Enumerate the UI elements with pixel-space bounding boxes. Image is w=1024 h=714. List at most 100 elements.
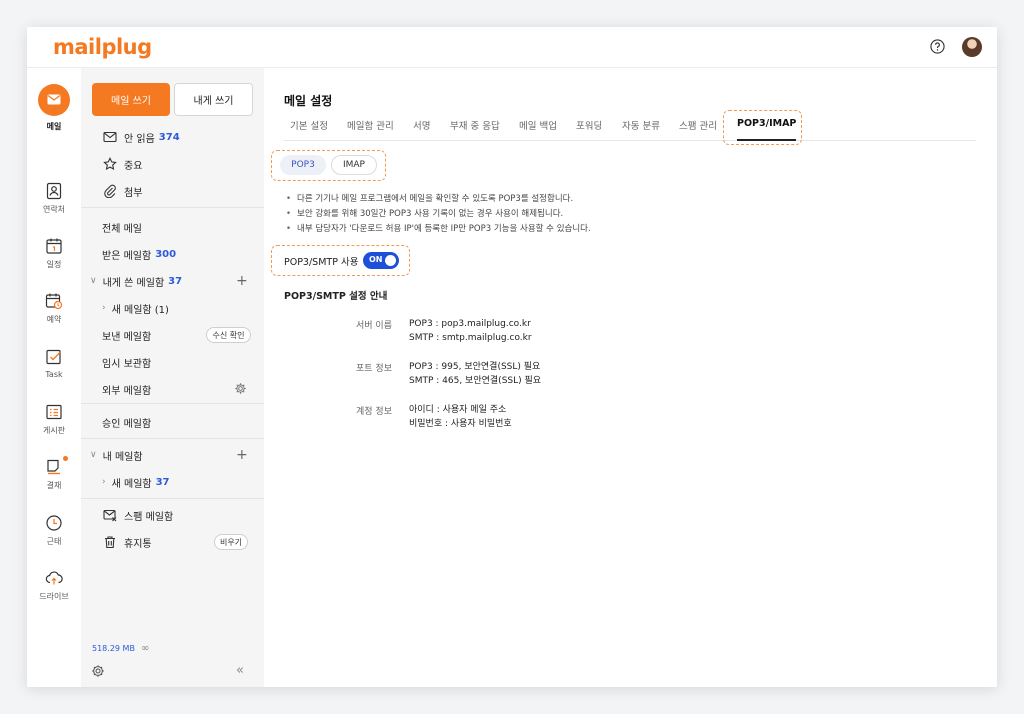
- rail-label: 연락처: [42, 205, 66, 214]
- pop3-toggle[interactable]: ON: [363, 252, 399, 269]
- tab-backup[interactable]: 메일 백업: [519, 118, 557, 140]
- chevron-down-icon[interactable]: ∨: [90, 450, 97, 460]
- sidebar-item-label: 받은 메일함: [102, 250, 152, 262]
- sidebar-item-my-subfolder[interactable]: › 새 메일함 37: [81, 471, 264, 493]
- tab-forwarding[interactable]: 포워딩: [576, 118, 602, 140]
- server-value: POP3 : pop3.mailplug.co.kr SMTP : smtp.m…: [409, 317, 532, 345]
- storage-used: 518.29 MB: [92, 644, 135, 653]
- sidebar-item-label: 외부 메일함: [102, 385, 152, 397]
- sidebar-item-all-mail[interactable]: 전체 메일: [81, 216, 264, 238]
- notification-dot: [63, 456, 68, 461]
- self-folder-count: 37: [168, 275, 183, 287]
- sidebar-item-important[interactable]: 중요: [81, 153, 264, 175]
- rail-item-approval[interactable]: 결재: [27, 456, 81, 491]
- add-folder-plus-icon[interactable]: +: [236, 448, 248, 462]
- rail-item-board[interactable]: 게시판: [27, 403, 81, 436]
- rail-item-reservation[interactable]: 예약: [27, 292, 81, 325]
- sidebar-item-label: 안 읽음: [124, 133, 155, 145]
- read-check-button[interactable]: 수신 확인: [206, 327, 251, 343]
- calendar-icon: [46, 238, 62, 254]
- rail-item-drive[interactable]: 드라이브: [27, 569, 81, 602]
- sidebar-item-label: 새 메일함 (1): [111, 304, 169, 316]
- chevron-right-icon[interactable]: ›: [102, 477, 106, 487]
- app-rail: 메일 연락처 일정 예약 Task 게시판 결재 근태 드라이브: [27, 68, 81, 687]
- sidebar-item-approval[interactable]: 승인 메일함: [81, 411, 264, 433]
- paperclip-icon: [104, 184, 116, 198]
- sidebar-item-label: 중요: [124, 160, 143, 172]
- add-folder-plus-icon[interactable]: +: [236, 274, 248, 288]
- divider: [81, 438, 264, 439]
- rail-item-attendance[interactable]: 근태: [27, 514, 81, 547]
- sidebar-item-drafts[interactable]: 임시 보관함: [81, 351, 264, 373]
- rail-label: 게시판: [42, 426, 66, 435]
- reservation-icon: [45, 293, 63, 310]
- port-pop3: POP3 : 995, 보안연결(SSL) 필요: [409, 362, 541, 372]
- toggle-state: ON: [369, 255, 383, 264]
- sidebar-item-label: 내게 쓴 메일함: [102, 277, 165, 289]
- chevron-right-icon[interactable]: ›: [102, 303, 106, 313]
- sidebar-item-label: 첨부: [124, 187, 143, 199]
- contacts-icon: [46, 182, 62, 200]
- tab-basic[interactable]: 기본 설정: [290, 118, 328, 140]
- server-pop3: POP3 : pop3.mailplug.co.kr: [409, 319, 531, 329]
- sidebar-item-label: 승인 메일함: [102, 418, 152, 430]
- logo[interactable]: mailplug: [53, 35, 152, 59]
- self-compose-button[interactable]: 내게 쓰기: [174, 83, 253, 116]
- rail-item-calendar[interactable]: 일정: [27, 237, 81, 270]
- user-avatar[interactable]: [962, 37, 982, 57]
- sidebar-item-self-subfolder[interactable]: › 새 메일함 (1): [81, 297, 264, 319]
- sidebar-item-unread[interactable]: 안 읽음 374: [81, 126, 264, 148]
- tab-auto-reply[interactable]: 부재 중 응답: [450, 118, 500, 140]
- segment-imap[interactable]: IMAP: [331, 155, 377, 175]
- sidebar-item-attachment[interactable]: 첨부: [81, 180, 264, 202]
- sidebar-item-inbox[interactable]: 받은 메일함 300: [81, 243, 264, 265]
- sidebar-item-label: 스팸 메일함: [124, 511, 174, 523]
- empty-trash-button[interactable]: 비우기: [214, 534, 248, 550]
- sidebar-item-spam[interactable]: 스팸 메일함: [81, 504, 264, 526]
- trash-icon: [105, 536, 115, 549]
- segment-pop3[interactable]: POP3: [280, 155, 326, 175]
- sidebar-item-label: 임시 보관함: [102, 358, 152, 370]
- server-label: 서버 이름: [356, 321, 392, 331]
- toggle-knob: [385, 255, 396, 266]
- sidebar-item-label: 휴지통: [124, 538, 152, 550]
- gear-icon[interactable]: [234, 382, 247, 395]
- rail-item-mail[interactable]: 메일: [27, 84, 81, 132]
- chevron-down-icon[interactable]: ∨: [90, 276, 97, 286]
- settings-tabs: 기본 설정 메일함 관리 서명 부재 중 응답 메일 백업 포워딩 자동 분류 …: [284, 118, 976, 141]
- drive-icon: [45, 571, 63, 585]
- tab-spam[interactable]: 스팸 관리: [679, 118, 717, 140]
- my-subfolder-count: 37: [155, 476, 170, 488]
- account-id: 아이디 : 사용자 메일 주소: [409, 405, 507, 415]
- compose-button[interactable]: 메일 쓰기: [92, 83, 170, 116]
- guide-title: POP3/SMTP 설정 안내: [284, 291, 388, 302]
- rail-label: 메일: [46, 122, 62, 131]
- account-label: 계정 정보: [356, 407, 392, 417]
- tab-mailbox[interactable]: 메일함 관리: [347, 118, 394, 140]
- rail-item-contacts[interactable]: 연락처: [27, 182, 81, 215]
- highlight-tab: [723, 110, 802, 145]
- info-bullet: 보안 강화를 위해 30일간 POP3 사용 기록이 없는 경우 사용이 해제됩…: [286, 207, 591, 222]
- divider: [81, 498, 264, 499]
- tab-signature[interactable]: 서명: [413, 118, 430, 140]
- storage-usage: 518.29 MB ∞: [92, 643, 149, 654]
- envelope-icon: [103, 131, 117, 143]
- task-icon: [46, 349, 61, 365]
- tab-auto-sort[interactable]: 자동 분류: [622, 118, 660, 140]
- port-label: 포트 정보: [356, 364, 392, 374]
- settings-gear-icon[interactable]: [91, 664, 105, 678]
- mail-sidebar: 메일 쓰기 내게 쓰기 안 읽음 374 중요 첨부 전체 메일 받은 메일함 …: [81, 68, 264, 687]
- collapse-sidebar-button[interactable]: «: [236, 663, 244, 678]
- settings-main: 메일 설정 기본 설정 메일함 관리 서명 부재 중 응답 메일 백업 포워딩 …: [264, 68, 997, 687]
- star-icon: [103, 157, 117, 171]
- spam-mail-icon: [103, 509, 117, 522]
- rail-label: Task: [45, 370, 63, 379]
- divider: [81, 403, 264, 404]
- info-bullets: 다른 기기나 메일 프로그램에서 메일을 확인할 수 있도록 POP3를 설정합…: [286, 192, 591, 237]
- sidebar-item-label: 보낸 메일함: [102, 331, 152, 343]
- top-bar: mailplug: [27, 27, 997, 68]
- help-icon[interactable]: [930, 39, 945, 54]
- rail-item-task[interactable]: Task: [27, 348, 81, 379]
- divider: [81, 207, 264, 208]
- sidebar-item-label: 내 메일함: [102, 451, 143, 463]
